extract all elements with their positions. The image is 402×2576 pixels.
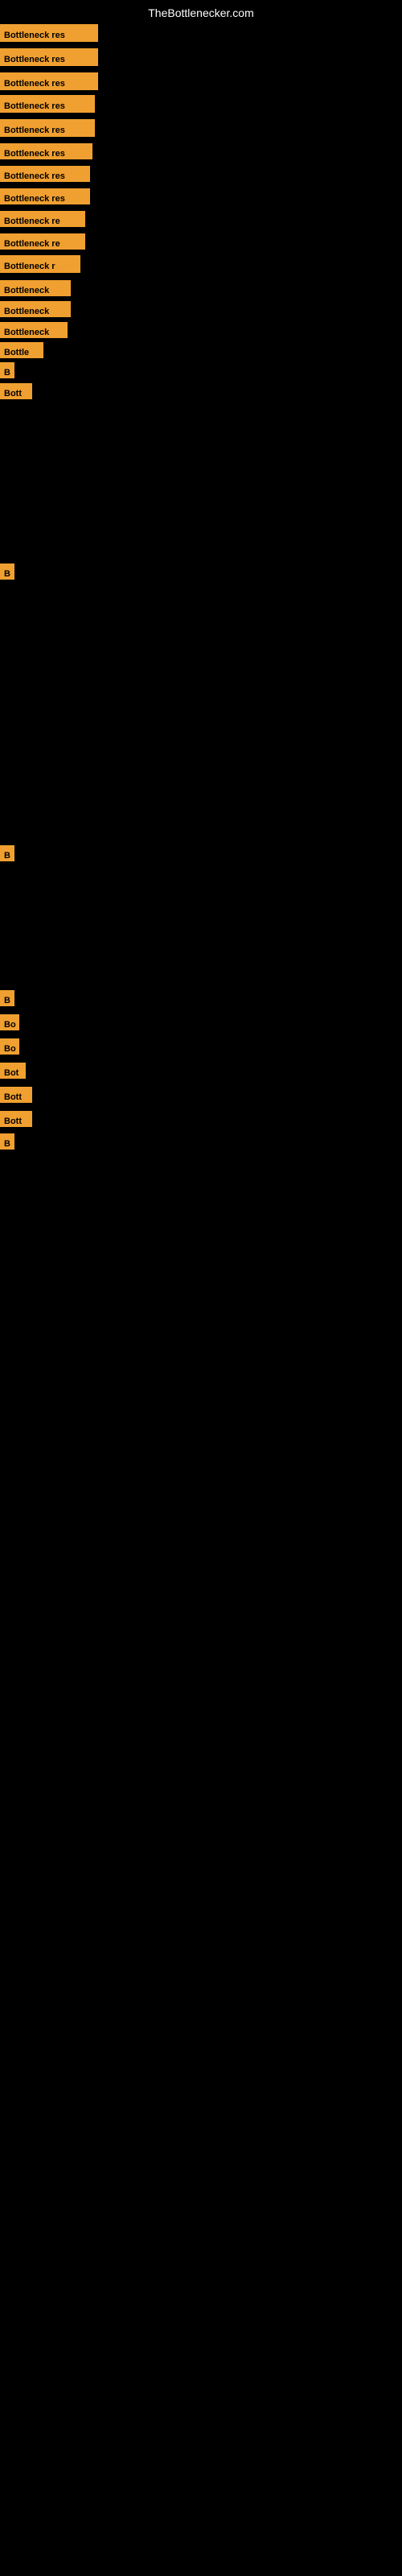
bottleneck-item-18[interactable]: B: [0, 564, 14, 580]
site-title: TheBottlenecker.com: [148, 6, 254, 19]
bottleneck-item-20[interactable]: B: [0, 990, 14, 1006]
bottleneck-item-21[interactable]: Bo: [0, 1014, 19, 1030]
bottleneck-item-1[interactable]: Bottleneck res: [0, 24, 98, 42]
bottleneck-item-19[interactable]: B: [0, 845, 14, 861]
bottleneck-item-5[interactable]: Bottleneck res: [0, 119, 95, 137]
bottleneck-item-12[interactable]: Bottleneck: [0, 280, 71, 296]
bottleneck-item-24[interactable]: Bott: [0, 1087, 32, 1103]
bottleneck-item-17[interactable]: Bott: [0, 383, 32, 399]
bottleneck-item-13[interactable]: Bottleneck: [0, 301, 71, 317]
bottleneck-item-15[interactable]: Bottle: [0, 342, 43, 358]
bottleneck-item-4[interactable]: Bottleneck res: [0, 95, 95, 113]
bottleneck-item-9[interactable]: Bottleneck re: [0, 211, 85, 227]
bottleneck-item-7[interactable]: Bottleneck res: [0, 166, 90, 182]
bottleneck-item-25[interactable]: Bott: [0, 1111, 32, 1127]
bottleneck-item-26[interactable]: B: [0, 1133, 14, 1150]
bottleneck-item-23[interactable]: Bot: [0, 1063, 26, 1079]
bottleneck-item-16[interactable]: B: [0, 362, 14, 378]
bottleneck-item-6[interactable]: Bottleneck res: [0, 143, 92, 159]
bottleneck-item-3[interactable]: Bottleneck res: [0, 72, 98, 90]
bottleneck-item-22[interactable]: Bo: [0, 1038, 19, 1055]
bottleneck-item-14[interactable]: Bottleneck: [0, 322, 68, 338]
bottleneck-item-2[interactable]: Bottleneck res: [0, 48, 98, 66]
bottleneck-item-11[interactable]: Bottleneck r: [0, 255, 80, 273]
bottleneck-item-8[interactable]: Bottleneck res: [0, 188, 90, 204]
bottleneck-item-10[interactable]: Bottleneck re: [0, 233, 85, 250]
